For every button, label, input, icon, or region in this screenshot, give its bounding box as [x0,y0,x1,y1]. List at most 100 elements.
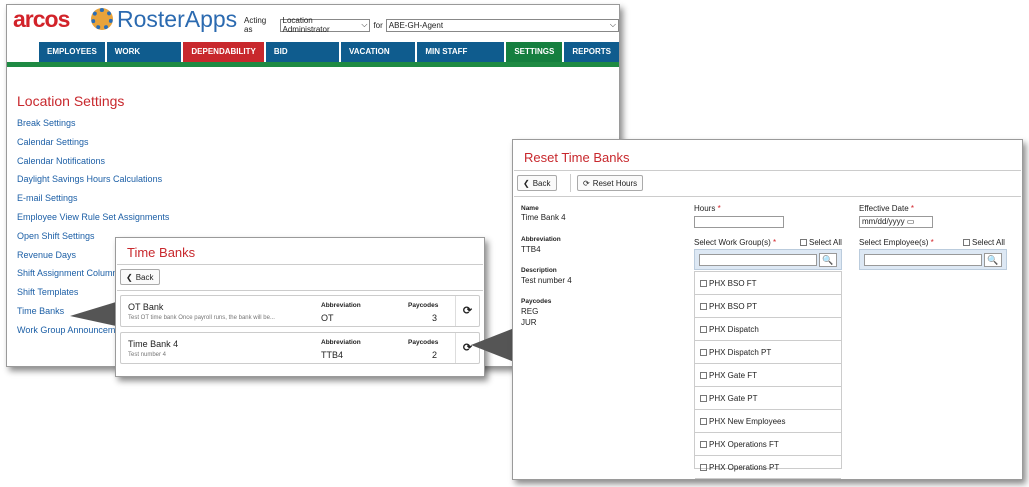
checkbox[interactable] [800,239,807,247]
role-select[interactable]: Location Administrator ⌵ [279,16,371,34]
work-group-name: PHX Dispatch PT [709,348,772,357]
name-label: Name [521,205,539,212]
search-icon[interactable]: 🔍 [984,253,1002,267]
for-label: for [373,20,383,30]
work-group-search: 🔍 [694,249,842,270]
reset-icon[interactable]: ⟳ [455,296,479,326]
arcos-logo: arcos [13,6,70,32]
app-header: arcos RosterApps Acting as Location Admi… [7,5,619,35]
paycodes-header: Paycodes [408,339,439,346]
checkbox[interactable] [963,239,970,247]
list-item[interactable]: PHX Gate PT [695,387,841,410]
checkbox[interactable] [700,326,707,334]
work-group-name: PHX BSO FT [709,279,757,288]
abbr-value: TTB4 [521,245,541,254]
reset-hours-button[interactable]: ⟳ Reset Hours [577,175,644,191]
description-value: Test number 4 [521,276,572,285]
select-all-work-groups[interactable]: Select All [800,238,842,247]
checkbox[interactable] [700,441,707,449]
employee-label: Select Employee(s) * [859,238,934,247]
tab-bid-packages[interactable]: BID PACKAGES [265,42,340,76]
divider [117,290,483,291]
tab-work-groups[interactable]: WORK GROUPS [106,42,182,76]
hours-input[interactable] [694,216,784,228]
work-group-label: Select Work Group(s) * [694,238,776,247]
time-bank-row[interactable]: OT Bank Test OT time bank Once payroll r… [120,295,480,327]
date-label-text: Effective Date [859,204,909,213]
chevron-left-icon: ❮ [523,178,530,188]
link-email-settings[interactable]: E-mail Settings [17,193,169,212]
hours-label-text: Hours [694,204,716,213]
checkbox[interactable] [700,303,707,311]
list-item[interactable]: PHX BSO FT [695,272,841,295]
work-group-search-input[interactable] [699,254,817,266]
work-group-list: PHX BSO FT PHX BSO PT PHX Dispatch PHX D… [694,271,842,479]
time-bank-row[interactable]: Time Bank 4 Test number 4 Abbreviation T… [120,332,480,364]
bank-name: Time Bank 4 [128,339,179,349]
tab-vacation-bids[interactable]: VACATION BIDS [341,42,416,76]
work-group-name: PHX Operations FT [709,440,779,449]
link-break-settings[interactable]: Break Settings [17,118,169,137]
reset-title: Reset Time Banks [524,150,630,165]
employee-search-input[interactable] [864,254,982,266]
bank-abbr: OT [321,313,334,323]
required-marker: * [717,204,721,213]
time-banks-title: Time Banks [127,245,196,260]
list-item[interactable]: PHX Operations PT [695,456,841,479]
list-item[interactable]: PHX Dispatch [695,318,841,341]
work-group-name: PHX Gate FT [709,371,758,380]
checkbox[interactable] [700,418,707,426]
description-label: Description [521,267,557,274]
paycodes-label: Paycodes [521,298,552,305]
link-calendar-settings[interactable]: Calendar Settings [17,137,169,156]
bank-name: OT Bank [128,302,164,312]
emp-label-text: Select Employee(s) [859,238,929,247]
list-item[interactable]: PHX Operations FT [695,433,841,456]
back-label: Back [532,178,551,188]
checkbox[interactable] [700,349,707,357]
bank-abbr: TTB4 [321,350,344,360]
link-calendar-notifications[interactable]: Calendar Notifications [17,156,169,175]
tab-settings[interactable]: SETTINGS [506,42,563,62]
main-nav: EMPLOYEES WORK GROUPS DEPENDABILITY BID … [39,42,619,76]
chevron-down-icon: ⌵ [361,20,368,29]
tab-employees[interactable]: EMPLOYEES [39,42,105,62]
abbr-header: Abbreviation [321,302,361,309]
list-item[interactable]: PHX Dispatch PT [695,341,841,364]
nav-underline [7,62,619,67]
back-button[interactable]: ❮ Back [517,175,557,191]
back-label: Back [135,272,154,282]
reset-time-banks-panel: Reset Time Banks ❮ Back ⟳ Reset Hours Name… [512,139,1023,480]
agent-select[interactable]: ABE-GH-Agent ⌵ [385,18,619,32]
work-group-name: PHX Gate PT [709,394,758,403]
paycode-value: REG [521,307,539,316]
link-employee-view-rules[interactable]: Employee View Rule Set Assignments [17,212,169,231]
bank-paycodes: 3 [432,313,438,323]
effective-date-input[interactable]: mm/dd/yyyy ▭ [859,216,933,228]
work-group-name: PHX New Employees [709,417,786,426]
page-title: Location Settings [17,93,125,109]
link-daylight-savings[interactable]: Daylight Savings Hours Calculations [17,174,169,193]
rosterapps-logo: RosterApps [117,6,238,32]
select-all-label: Select All [809,238,842,247]
checkbox[interactable] [700,280,707,288]
checkbox[interactable] [700,464,707,472]
calendar-icon: ▭ [906,217,915,226]
tab-min-staff-levels[interactable]: MIN STAFF LEVELS [417,42,505,76]
checkbox[interactable] [700,372,707,380]
tab-dependability[interactable]: DEPENDABILITY [183,42,264,62]
role-value: Location Administrator [282,16,330,34]
list-item[interactable]: PHX BSO PT [695,295,841,318]
required-marker: * [930,238,934,247]
select-all-employees[interactable]: Select All [963,238,1005,247]
abbr-header: Abbreviation [321,339,361,346]
checkbox[interactable] [700,395,707,403]
acting-as-bar: Acting as Location Administrator ⌵ for AB… [244,16,619,34]
list-item[interactable]: PHX New Employees [695,410,841,433]
employee-search: 🔍 [859,249,1007,270]
back-button[interactable]: ❮ Back [120,269,160,285]
search-icon[interactable]: 🔍 [819,253,837,267]
list-item[interactable]: PHX Gate FT [695,364,841,387]
tab-reports[interactable]: REPORTS [564,42,619,62]
abbr-label: Abbreviation [521,236,561,243]
